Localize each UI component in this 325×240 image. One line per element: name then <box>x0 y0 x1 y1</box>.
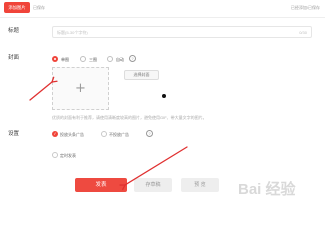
cover-label: 封面 <box>8 55 20 61</box>
saved-status-text: 已保存 <box>33 5 45 10</box>
preview-button[interactable]: 预 览 <box>181 178 219 192</box>
cursor-dot <box>162 94 166 98</box>
question-icon[interactable]: ? <box>146 130 153 137</box>
cover-upload-box[interactable]: + <box>52 67 109 110</box>
baidu-watermark: Bai 经验 <box>238 180 297 198</box>
plus-icon: + <box>75 81 86 96</box>
schedule-checkbox[interactable] <box>52 152 58 158</box>
title-label: 标题 <box>8 28 20 34</box>
cover-option-auto-radio[interactable] <box>107 56 113 62</box>
title-input[interactable]: 标题(5-30个字符) 0/30 <box>52 26 312 38</box>
ads-on-checkbox[interactable] <box>52 130 58 137</box>
schedule-label[interactable]: 定时发表 <box>60 153 76 158</box>
toolbar-divider <box>0 17 325 18</box>
draft-button[interactable]: 存草稿 <box>134 178 172 192</box>
settings-label: 设置 <box>8 131 20 137</box>
publish-button[interactable]: 发表 <box>75 178 127 192</box>
top-toolbar <box>0 0 325 22</box>
cover-option-single-label[interactable]: 单图 <box>61 57 69 62</box>
cover-option-three-radio[interactable] <box>80 56 86 62</box>
cover-option-three-label[interactable]: 三图 <box>89 57 97 62</box>
cover-option-auto-label[interactable]: 自动 <box>116 57 124 62</box>
select-cover-button[interactable]: 选择封面 <box>124 70 159 80</box>
insert-image-button[interactable]: 添加图片 <box>4 2 30 13</box>
ads-off-checkbox[interactable] <box>101 131 107 137</box>
question-icon[interactable]: ? <box>129 55 136 62</box>
cover-option-single-radio[interactable] <box>52 56 58 62</box>
title-placeholder: 标题(5-30个字符) <box>57 30 88 35</box>
watermark-text: Bai 经验 <box>238 180 297 198</box>
autosave-status-text: 已经添加/已保存 <box>290 5 320 10</box>
ads-on-label[interactable]: 投放头条广告 <box>60 132 84 137</box>
cover-tip-text: 优质的封面有利于推荐，请使用清晰度较高的图片，避免使用GIF、带大量文字的图片。 <box>52 115 207 120</box>
title-char-count: 0/30 <box>299 30 307 35</box>
ads-off-label[interactable]: 不投放广告 <box>109 132 129 137</box>
